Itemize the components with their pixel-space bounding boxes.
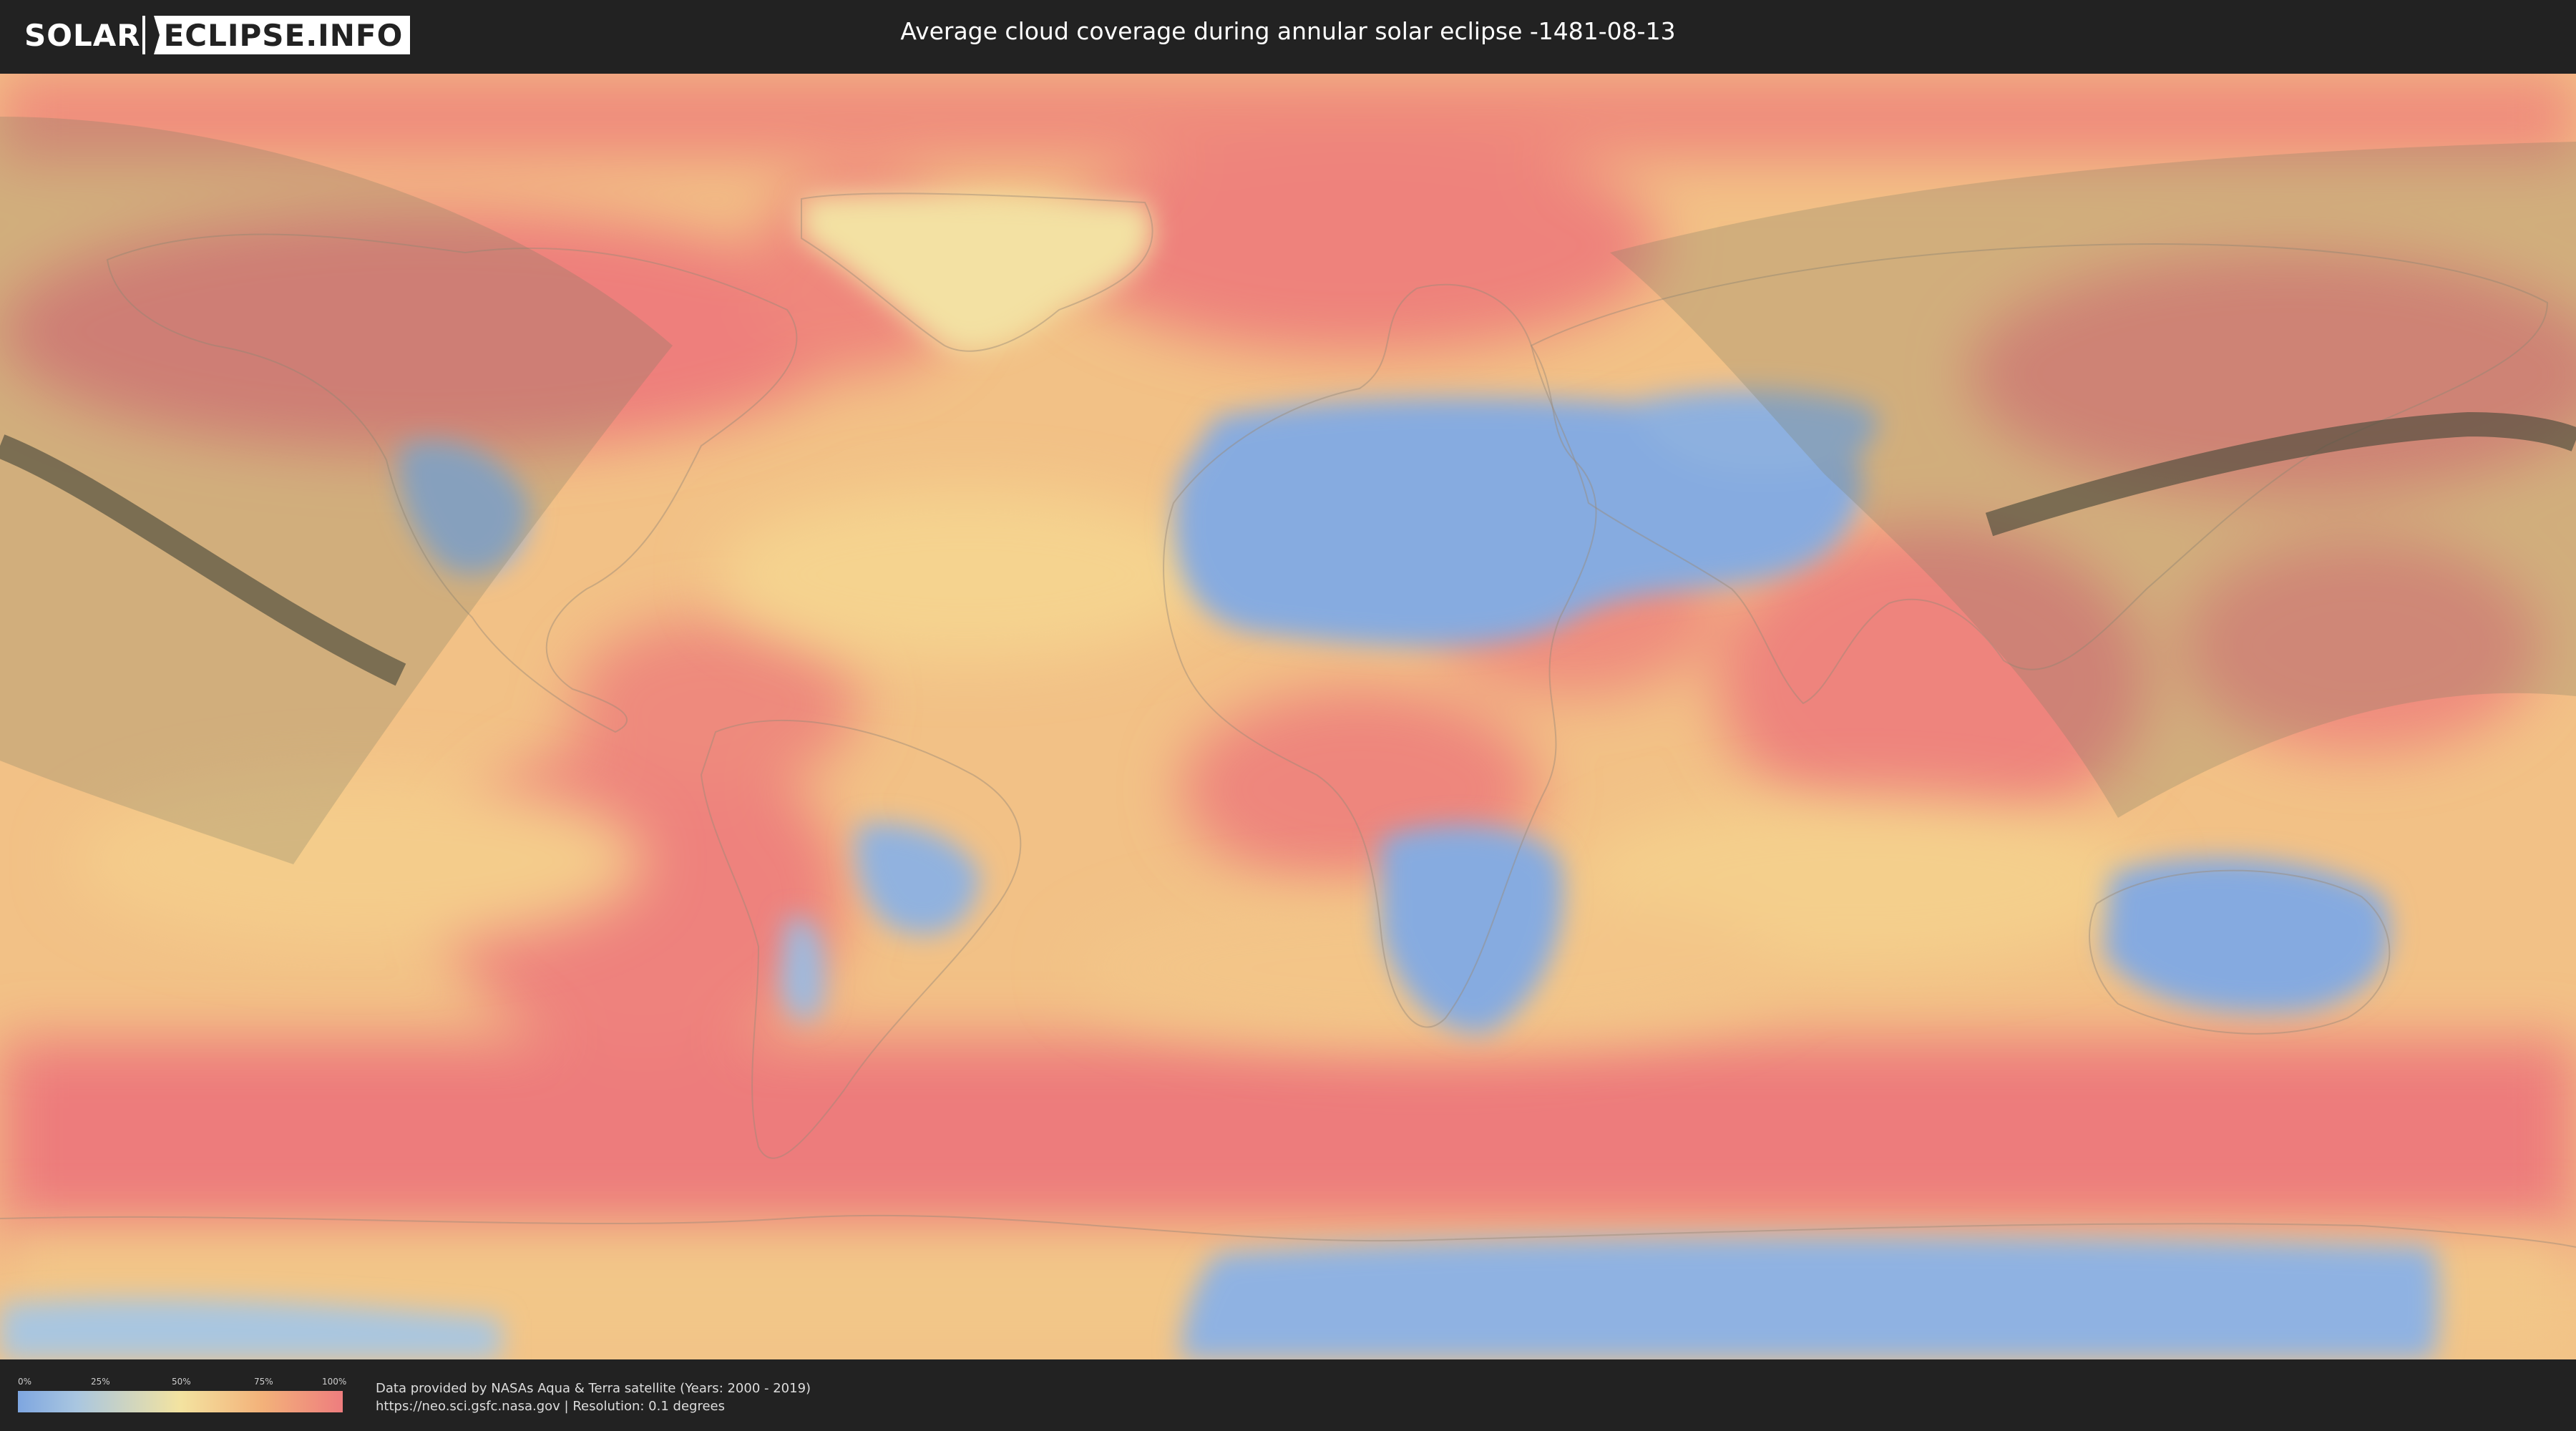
header-bar: SOLAR ECLIPSE.INFO Average cloud coverag… <box>0 0 2576 72</box>
page-title: Average cloud coverage during annular so… <box>900 17 1676 45</box>
source-line-1: Data provided by NASAs Aqua & Terra sate… <box>376 1381 811 1396</box>
source-line-2: https://neo.sci.gsfc.nasa.gov | Resoluti… <box>376 1399 725 1414</box>
data-source-credit: Data provided by NASAs Aqua & Terra sate… <box>376 1379 811 1415</box>
legend-tick-75: 75% <box>254 1377 273 1387</box>
legend-tick-100: 100% <box>322 1377 347 1387</box>
legend-tick-0: 0% <box>18 1377 32 1387</box>
legend-gradient-bar <box>18 1391 343 1412</box>
cloud-coverage-map[interactable] <box>0 74 2576 1359</box>
page: SOLAR ECLIPSE.INFO Average cloud coverag… <box>0 0 2576 1431</box>
color-legend: 0% 25% 50% 75% 100% <box>18 1377 347 1414</box>
world-map-svg <box>0 74 2576 1359</box>
legend-tick-25: 25% <box>91 1377 110 1387</box>
legend-tick-50: 50% <box>172 1377 191 1387</box>
footer-bar: 0% 25% 50% 75% 100% Data provided by NAS… <box>0 1359 2576 1431</box>
